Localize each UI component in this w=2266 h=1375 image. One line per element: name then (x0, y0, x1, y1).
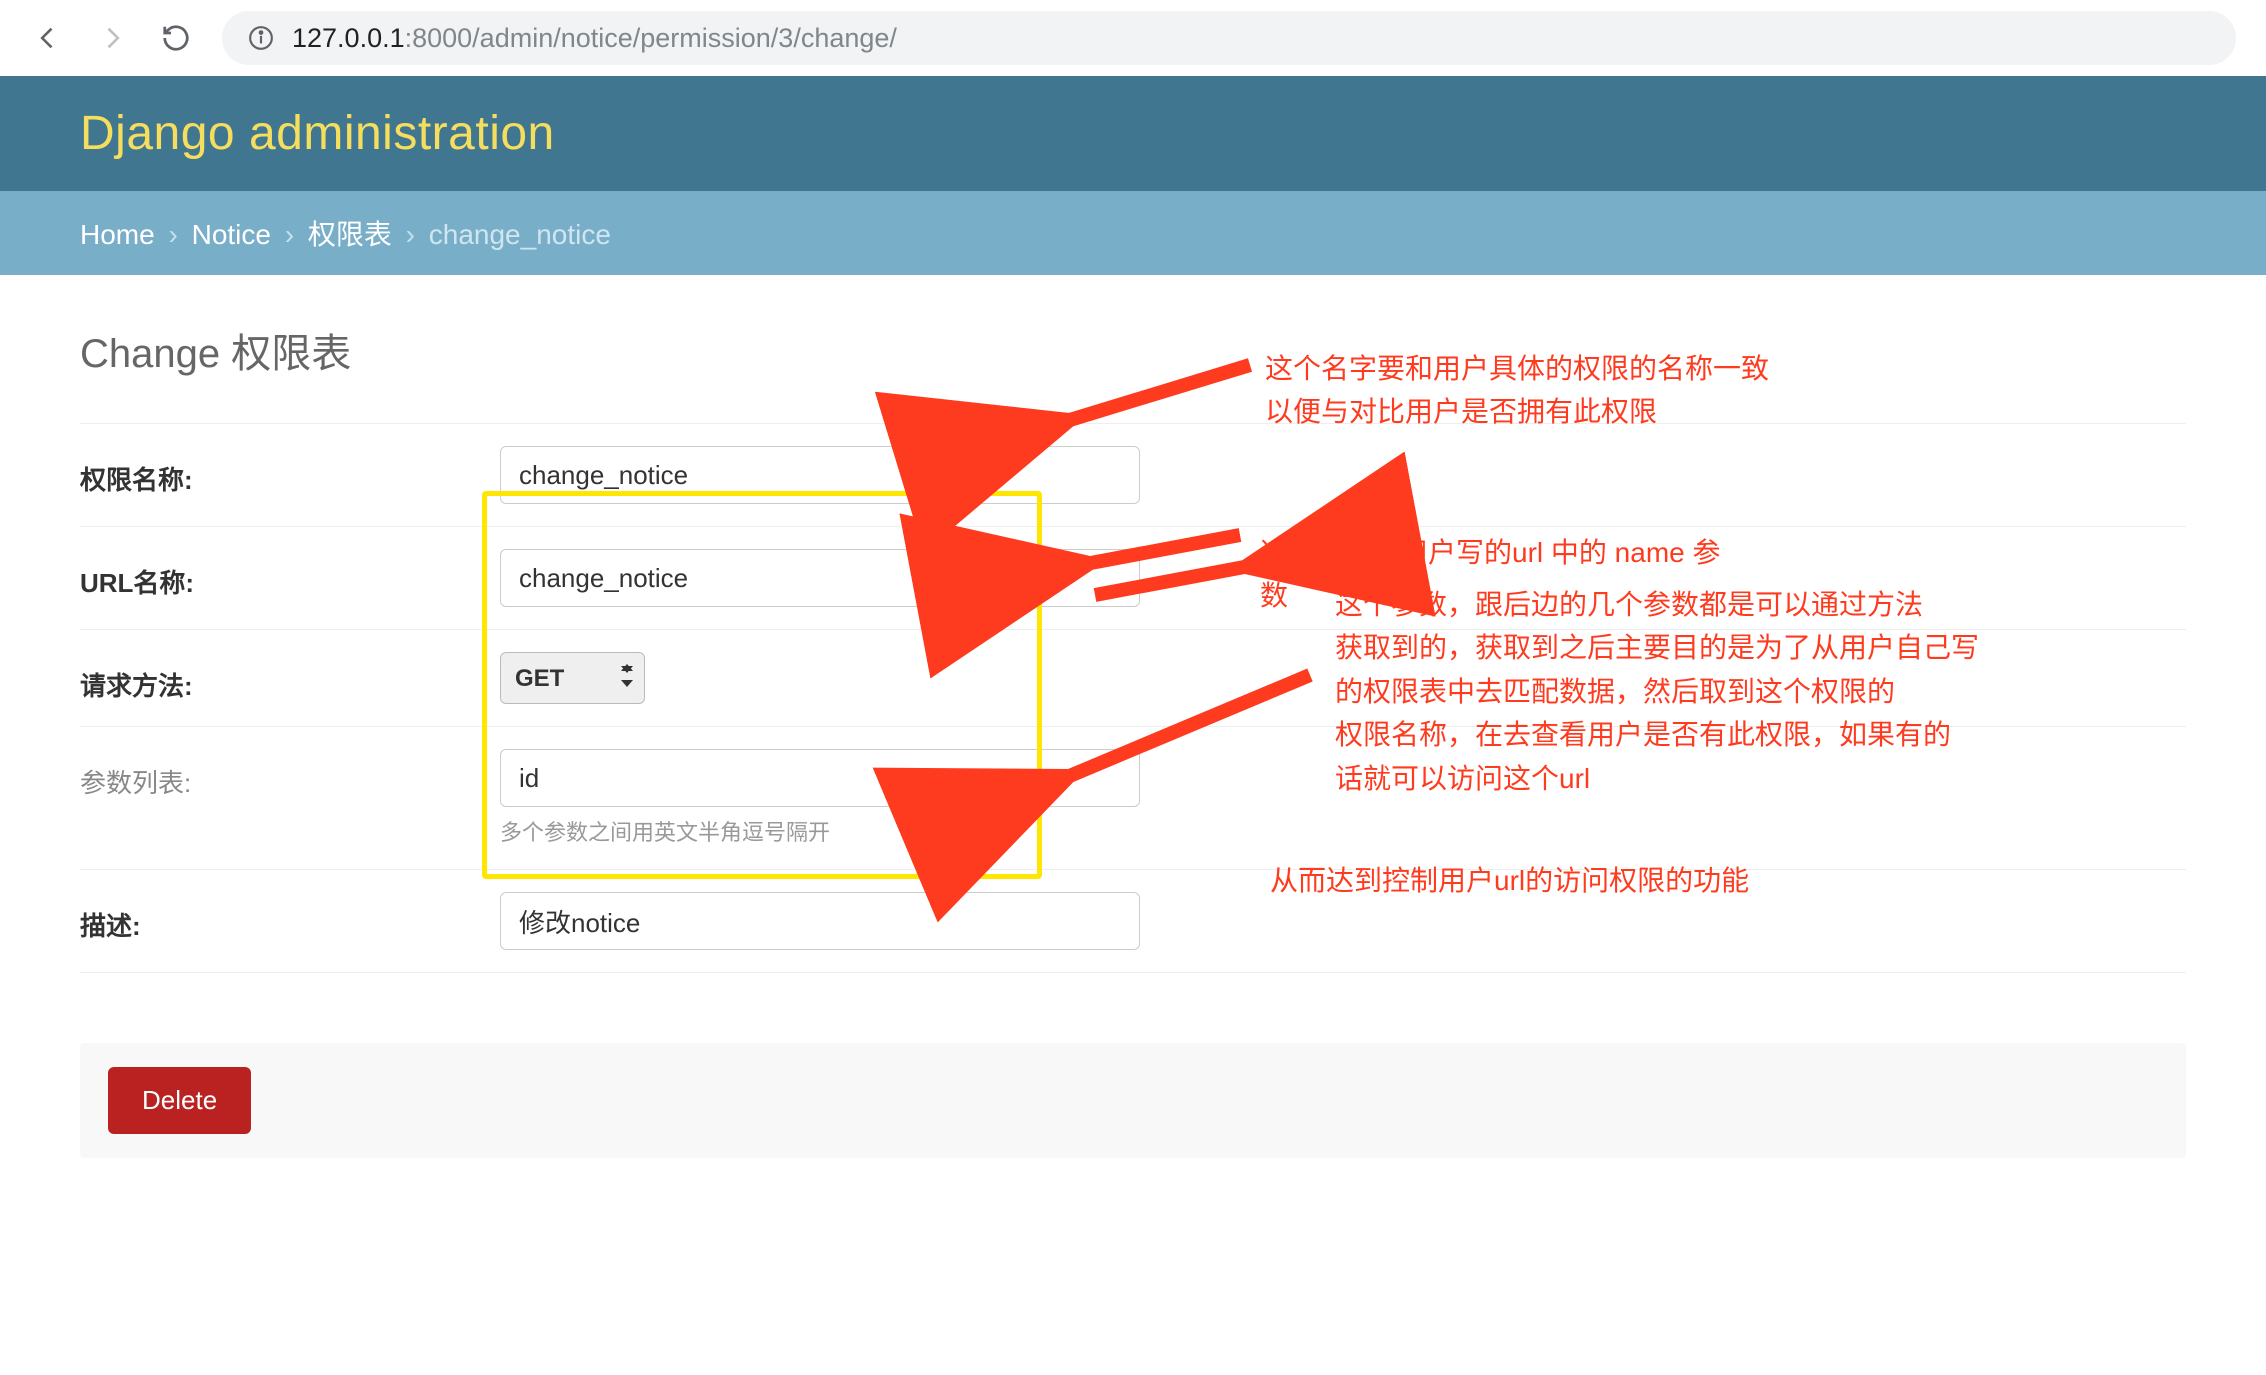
breadcrumb-app[interactable]: Notice (192, 219, 271, 250)
row-method: 请求方法: GETPOSTPUTDELETE (80, 630, 2186, 727)
breadcrumb-model[interactable]: 权限表 (308, 219, 392, 250)
row-permission-name: 权限名称: (80, 424, 2186, 527)
breadcrumb-sep: › (162, 219, 183, 250)
label-params: 参数列表: (80, 749, 500, 800)
back-icon[interactable] (30, 20, 66, 56)
submit-row: Delete (80, 1043, 2186, 1158)
url-bar[interactable]: 127.0.0.1:8000/admin/notice/permission/3… (222, 11, 2236, 65)
row-params: 参数列表: 多个参数之间用英文半角逗号隔开 (80, 727, 2186, 870)
site-info-icon[interactable] (248, 25, 274, 51)
branding-header: Django administration (0, 76, 2266, 191)
label-permission-name: 权限名称: (80, 446, 500, 497)
breadcrumb-current: change_notice (429, 219, 611, 250)
label-method: 请求方法: (80, 652, 500, 703)
change-form: 权限名称: URL名称: 请求方法: GETPOSTPUTDELETE 参数列表… (80, 423, 2186, 973)
breadcrumbs: Home › Notice › 权限表 › change_notice (0, 191, 2266, 275)
input-permission-name[interactable] (500, 446, 1140, 504)
help-params: 多个参数之间用英文半角逗号隔开 (500, 815, 1140, 847)
url-text: 127.0.0.1:8000/admin/notice/permission/3… (292, 23, 897, 54)
browser-chrome: 127.0.0.1:8000/admin/notice/permission/3… (0, 0, 2266, 76)
breadcrumb-sep: › (400, 219, 421, 250)
content: Change 权限表 权限名称: URL名称: 请求方法: GETPOSTPUT… (0, 275, 2266, 1198)
select-method[interactable]: GETPOSTPUTDELETE (500, 652, 645, 704)
label-url-name: URL名称: (80, 549, 500, 600)
label-desc: 描述: (80, 892, 500, 943)
breadcrumb-home[interactable]: Home (80, 219, 155, 250)
reload-icon[interactable] (158, 20, 194, 56)
input-url-name[interactable] (500, 549, 1140, 607)
page-title: Change 权限表 (80, 321, 2186, 379)
site-title: Django administration (80, 106, 2186, 161)
input-params[interactable] (500, 749, 1140, 807)
delete-button[interactable]: Delete (108, 1067, 251, 1134)
input-desc[interactable] (500, 892, 1140, 950)
row-desc: 描述: (80, 870, 2186, 973)
forward-icon[interactable] (94, 20, 130, 56)
breadcrumb-sep: › (279, 219, 300, 250)
row-url-name: URL名称: (80, 527, 2186, 630)
